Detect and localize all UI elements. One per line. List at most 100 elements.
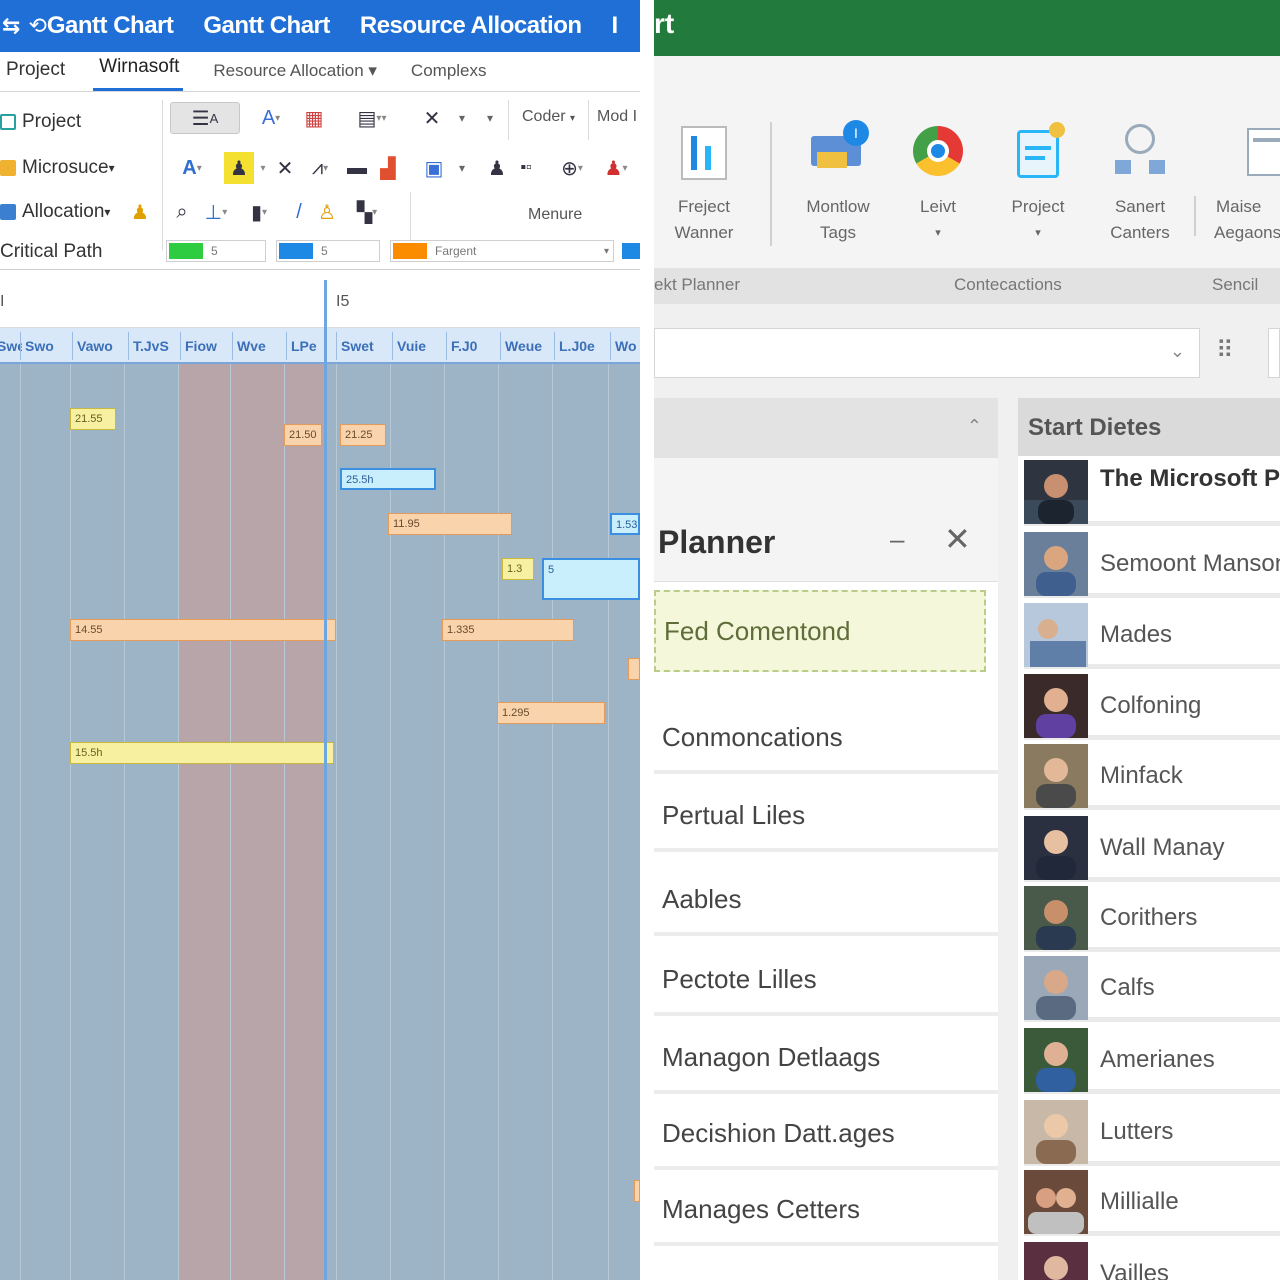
list-item[interactable]: Conmoncations — [654, 700, 998, 774]
planner-ribbon: Freject Wanner I Montlow Tags Leivt ▾ Pr… — [654, 56, 1280, 268]
planner-feed-item[interactable]: Fed Comentond — [654, 590, 986, 672]
title-tab-gantt-1[interactable]: Gantt Chart — [47, 12, 174, 40]
color-picker-4[interactable] — [622, 240, 640, 262]
list-item[interactable]: Decishion Datt.ages — [654, 1096, 998, 1170]
contact-row[interactable]: Lutters — [1024, 1100, 1280, 1166]
contact-row[interactable]: Minfack — [1024, 744, 1280, 810]
contact-row[interactable]: Vailles — [1024, 1242, 1280, 1280]
list-item[interactable]: Managon Detlaags — [654, 1020, 998, 1094]
today-marker[interactable] — [324, 280, 327, 1280]
leivt-button[interactable]: Leivt ▾ — [888, 122, 988, 246]
title-tab-resource[interactable]: Resource Allocation — [360, 12, 582, 40]
marker-icon[interactable]: ♙ — [314, 196, 340, 228]
project-planner-button[interactable]: Freject Wanner — [654, 122, 754, 246]
nav-item-microsuce[interactable]: Microsuce ▾ — [0, 152, 115, 184]
quick-access-icon[interactable]: ⇆ — [2, 13, 20, 39]
side-field[interactable] — [1268, 328, 1280, 378]
list-item[interactable]: Manages Cetters — [654, 1172, 998, 1246]
task-bar[interactable]: 1.335 — [442, 619, 574, 641]
list-item[interactable]: Pertual Liles — [654, 778, 998, 852]
cut-icon[interactable]: ✕ — [418, 102, 446, 134]
grid-icon[interactable]: ▪▫ — [512, 152, 540, 184]
color-picker-1[interactable]: 5 — [166, 240, 266, 262]
highlight-icon[interactable]: ♟ — [224, 152, 254, 184]
contact-row[interactable]: Amerianes — [1024, 1028, 1280, 1094]
nav-item-project[interactable]: Project — [0, 106, 81, 138]
task-bar[interactable]: 1.295 — [497, 702, 605, 724]
dropdown-icon[interactable]: ▾ — [452, 102, 472, 134]
people-icon[interactable]: ♟ — [128, 196, 152, 228]
contact-row[interactable]: Wall Manay — [1024, 816, 1280, 882]
contact-row[interactable]: Mades — [1024, 603, 1280, 669]
tab-complexs[interactable]: Complexs — [405, 61, 491, 91]
color-picker-3[interactable]: Fargent ▾ — [390, 240, 614, 262]
undo-icon[interactable]: ⟲ — [28, 13, 46, 39]
gantt-grid[interactable]: 21.55 21.50 21.25 25.5h 11.95 1.53 1.3 5… — [0, 364, 640, 1280]
task-bar[interactable]: 15.5h — [70, 742, 334, 764]
globe-icon[interactable]: ⊕ ▾ — [554, 152, 590, 184]
dropdown-icon-2[interactable]: ▾ — [480, 102, 500, 134]
list-item[interactable]: Pectote Lilles — [654, 942, 998, 1016]
nav-item-critical-path[interactable]: Critical Path — [0, 236, 102, 268]
contact-row[interactable]: The Microsoft Pro (Pralie) — [1024, 460, 1280, 526]
box-icon[interactable]: ▮ ▾ — [240, 196, 278, 228]
task-bar[interactable]: 11.95 — [388, 513, 512, 535]
contact-row[interactable]: Semoont Manson — [1024, 532, 1280, 598]
planner-collapse-bar[interactable]: ⌃ — [654, 398, 998, 458]
user-icon[interactable]: ♟ ▾ — [596, 152, 636, 184]
task-bar-edge[interactable] — [628, 658, 640, 680]
comment-icon[interactable]: ▬ — [344, 152, 370, 184]
nav-item-project-label: Project — [22, 111, 82, 132]
coder-menu[interactable]: Coder ▾ — [522, 108, 575, 126]
maise-aegaons-button[interactable]: Maise Aegaons — [1206, 122, 1280, 246]
mod-menu[interactable]: Mod I — [597, 108, 637, 126]
transfer-icon[interactable]: ▚ ▾ — [344, 196, 390, 228]
paint-icon[interactable]: ▟ — [376, 152, 400, 184]
grid-line — [230, 364, 231, 1280]
project-button[interactable]: Project ▾ — [988, 122, 1088, 246]
sanert-canters-button[interactable]: Sanert Canters — [1090, 122, 1190, 246]
font-color-icon[interactable]: A ▾ — [250, 102, 292, 134]
task-bar[interactable]: 25.5h — [340, 468, 436, 490]
task-bar[interactable]: 21.50 — [284, 424, 322, 446]
tab-wirnasoft[interactable]: Wirnasoft — [93, 56, 184, 91]
chevron-up-icon[interactable]: ⌃ — [967, 416, 982, 437]
title-tab-more[interactable]: I — [612, 12, 619, 40]
filter-icon[interactable]: ▦ — [296, 102, 332, 134]
list-item[interactable]: Aables — [654, 862, 998, 936]
link-icon[interactable]: ⩘ ▾ — [304, 152, 336, 184]
table-icon[interactable]: ▣ — [420, 152, 448, 184]
task-bar[interactable]: 5 — [542, 558, 640, 600]
nav-item-allocation[interactable]: Allocation ▾ — [0, 196, 110, 228]
contact-name: Wall Manay — [1100, 834, 1225, 861]
task-bar[interactable]: 14.55 — [70, 619, 336, 641]
tags-button[interactable]: I Montlow Tags — [788, 120, 888, 246]
contact-row[interactable]: Colfoning — [1024, 674, 1280, 740]
tab-project[interactable]: Project — [0, 59, 69, 91]
table-dropdown-icon[interactable]: ▾ — [452, 152, 472, 184]
person-icon[interactable]: ♟ — [484, 152, 510, 184]
title-tab-gantt-2[interactable]: Gantt Chart — [203, 12, 330, 40]
chevron-down-icon[interactable]: ⌄ — [1170, 341, 1185, 362]
clear-icon[interactable]: ✕ — [272, 152, 298, 184]
contact-row[interactable]: Corithers — [1024, 886, 1280, 952]
color-picker-2[interactable]: 5 — [276, 240, 380, 262]
layout-icon[interactable]: ▤ ▾▾ — [344, 102, 400, 134]
grid-view-icon[interactable]: ⠿ — [1216, 336, 1234, 365]
minimize-icon[interactable]: – — [890, 524, 904, 555]
task-bar[interactable]: 21.25 — [340, 424, 386, 446]
task-bar[interactable]: 21.55 — [70, 408, 116, 430]
list-view-icon[interactable]: ☰ A — [170, 102, 240, 134]
tab-resource-allocation[interactable]: Resource Allocation ▾ — [207, 61, 381, 91]
contact-row[interactable]: Millialle — [1024, 1170, 1280, 1236]
search-icon[interactable]: ⌕ — [168, 196, 196, 228]
search-input[interactable]: ⌄ — [654, 328, 1200, 378]
assign-icon[interactable]: ⊥ ▾ — [198, 196, 234, 228]
highlight-dropdown-icon[interactable]: ▾ — [256, 152, 270, 184]
task-bar[interactable]: 1.3 — [502, 558, 534, 580]
text-style-icon[interactable]: A ▾ — [172, 152, 212, 184]
task-bar[interactable]: 1.53 — [610, 513, 640, 535]
contact-row[interactable]: Calfs — [1024, 956, 1280, 1022]
pen-icon[interactable]: / — [286, 196, 312, 228]
close-icon[interactable]: ✕ — [944, 520, 971, 558]
